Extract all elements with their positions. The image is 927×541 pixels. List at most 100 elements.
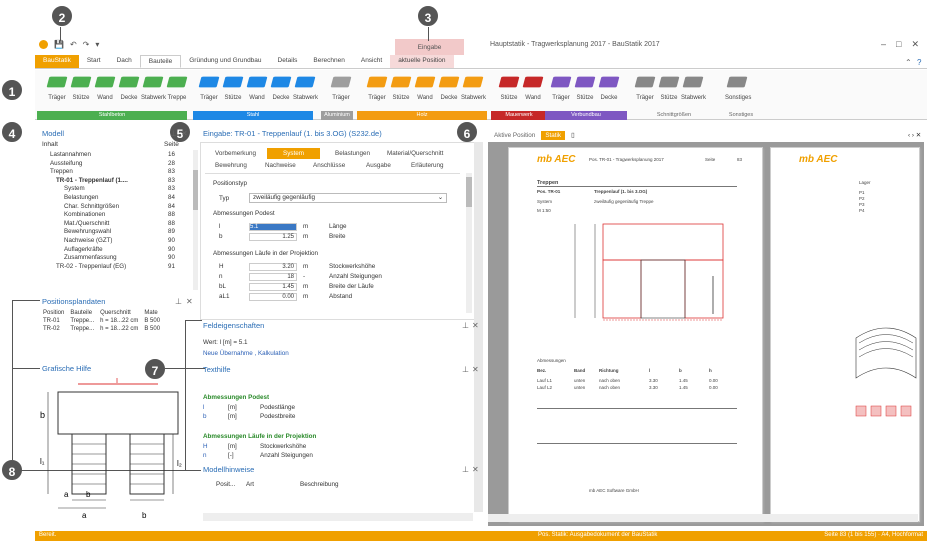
table-row[interactable]: TR-01 Treppe... h = 18...22 cm B 500 — [40, 317, 163, 325]
typ-select[interactable]: zweiläufig gegenläufig ⌄ — [249, 193, 447, 203]
pin-icon[interactable]: ⊥ — [462, 465, 469, 474]
collapse-ribbon-icon[interactable]: ⌃ — [905, 58, 912, 67]
feld-links[interactable]: Neue Übernahme , Kalkulation — [203, 350, 289, 357]
close-button[interactable]: ✕ — [911, 39, 919, 50]
table-row[interactable]: TR-02 Treppe... h = 18...22 cm B 500 — [40, 325, 163, 333]
tree-item[interactable]: System 83 — [38, 185, 188, 194]
ribbon-button-treppe[interactable]: Treppe — [165, 73, 189, 101]
pin-icon[interactable]: ⊥ — [462, 321, 469, 330]
ribbon-button-decke[interactable]: Decke — [437, 73, 461, 101]
qat-more-icon[interactable]: ▾ — [95, 40, 99, 49]
tab-bauteile[interactable]: Bauteile — [139, 55, 182, 68]
ribbon-button-sonstiges[interactable]: Sonstiges — [725, 73, 751, 101]
ribbon-button-träger[interactable]: Träger — [549, 73, 573, 101]
ribbon-button-decke[interactable]: Decke — [117, 73, 141, 101]
ribbon-button-stütze[interactable]: Stütze — [221, 73, 245, 101]
tab-bewehrung[interactable]: Bewehrung — [215, 162, 247, 169]
param-input[interactable]: 1.25 — [249, 233, 297, 241]
tree-item[interactable]: Aussteifung 28 — [38, 160, 188, 169]
ribbon-button-stabwerk[interactable]: Stabwerk — [681, 73, 706, 101]
ribbon-button-stabwerk[interactable]: Stabwerk — [293, 73, 318, 101]
close-preview-icon[interactable]: ‹ › ✕ — [908, 132, 921, 139]
ribbon-button-träger[interactable]: Träger — [365, 73, 389, 101]
tab-dach[interactable]: Dach — [109, 55, 140, 68]
mh-col-position: Posit... — [216, 481, 236, 488]
preview-scrollbar[interactable] — [488, 514, 918, 522]
tab-material[interactable]: Material/Querschnitt — [387, 150, 443, 157]
tab-system[interactable]: System — [267, 148, 320, 159]
tab-baustatik[interactable]: BauStatik — [35, 55, 79, 68]
tab-gruendung[interactable]: Gründung und Grundbau — [181, 55, 269, 68]
ribbon-button-stabwerk[interactable]: Stabwerk — [461, 73, 486, 101]
new-tab-icon[interactable]: ▯ — [571, 132, 574, 139]
param-input[interactable]: 1.45 — [249, 283, 297, 291]
undo-icon[interactable]: ↶ — [70, 40, 77, 49]
tab-nachweise[interactable]: Nachweise — [265, 162, 296, 169]
close-panel-icon[interactable]: ✕ — [186, 297, 193, 306]
minimize-button[interactable]: – — [881, 39, 886, 50]
help-icon[interactable]: ? — [917, 58, 921, 67]
pin-icon[interactable]: ⊥ — [175, 297, 182, 306]
ribbon-button-stütze[interactable]: Stütze — [573, 73, 597, 101]
tree-item[interactable]: Lastannahmen 16 — [38, 151, 188, 160]
context-tab-header: Eingabe — [395, 39, 464, 55]
tab-belastungen[interactable]: Belastungen — [335, 150, 370, 157]
tree-item[interactable]: Belastungen 84 — [38, 194, 188, 203]
ribbon-button-träger[interactable]: Träger — [45, 73, 69, 101]
tab-anschluesse[interactable]: Anschlüsse — [313, 162, 345, 169]
tree-item[interactable]: TR-01 - Treppenlauf (1.... 83 — [38, 177, 188, 186]
editor-scrollbar[interactable] — [466, 173, 472, 313]
ribbon-button-stütze[interactable]: Stütze — [497, 73, 521, 101]
param-input[interactable]: 5.1 — [249, 223, 297, 231]
ribbon-button-wand[interactable]: Wand — [93, 73, 117, 101]
ribbon-button-decke[interactable]: Decke — [597, 73, 621, 101]
mh-scrollbar[interactable] — [203, 513, 473, 521]
close-panel-icon[interactable]: ✕ — [181, 129, 188, 138]
ribbon-button-träger[interactable]: Träger — [197, 73, 221, 101]
ribbon-button-stütze[interactable]: Stütze — [389, 73, 413, 101]
tree-item[interactable]: Bewehrungswahl 89 — [38, 228, 188, 237]
tree-item[interactable]: Mat./Querschnitt 88 — [38, 220, 188, 229]
tab-details[interactable]: Details — [270, 55, 306, 68]
tree-item[interactable]: TR-02 - Treppenlauf (EG) 91 — [38, 263, 188, 272]
tab-ausgabe[interactable]: Ausgabe — [366, 162, 391, 169]
tree-item[interactable]: Nachweise (GZT) 90 — [38, 237, 188, 246]
dim-bs: b — [86, 490, 91, 499]
tree-item[interactable]: Kombinationen 88 — [38, 211, 188, 220]
tree-item[interactable]: Auflagerkräfte 90 — [38, 246, 188, 255]
param-input[interactable]: 0.00 — [249, 293, 297, 301]
tab-aktuelle-position[interactable]: aktuelle Position — [390, 55, 454, 68]
tab-berechnen[interactable]: Berechnen — [305, 55, 352, 68]
tree-item[interactable]: Treppen 83 — [38, 168, 188, 177]
ribbon-button-wand[interactable]: Wand — [245, 73, 269, 101]
tab-statik[interactable]: Statik — [541, 130, 566, 140]
tree-item[interactable]: Char. Schnittgrößen 84 — [38, 203, 188, 212]
model-scrollbar[interactable] — [193, 150, 198, 290]
param-input[interactable]: 3.20 — [249, 263, 297, 271]
tab-aktive-position[interactable]: Aktive Position — [488, 132, 535, 139]
tree-item[interactable]: Zusammenfassung 90 — [38, 254, 188, 263]
ribbon-button-träger[interactable]: Träger — [329, 73, 353, 101]
tab-start[interactable]: Start — [79, 55, 109, 68]
param-input[interactable]: 18 — [249, 273, 297, 281]
ribbon-button-stütze[interactable]: Stütze — [69, 73, 93, 101]
ribbon-button-decke[interactable]: Decke — [269, 73, 293, 101]
close-panel-icon[interactable]: ✕ — [472, 365, 479, 374]
pin-icon[interactable]: ⊥ — [462, 365, 469, 374]
tab-ansicht[interactable]: Ansicht — [353, 55, 390, 68]
ribbon-button-träger[interactable]: Träger — [633, 73, 657, 101]
redo-icon[interactable]: ↷ — [83, 40, 90, 49]
app-logo-icon[interactable] — [39, 40, 48, 49]
texthilfe-cell: Podestbreite — [260, 413, 296, 420]
ribbon-button-wand[interactable]: Wand — [413, 73, 437, 101]
ribbon-button-stabwerk[interactable]: Stabwerk — [141, 73, 166, 101]
maximize-button[interactable]: □ — [896, 39, 901, 50]
save-icon[interactable]: 💾 — [54, 40, 64, 49]
ribbon-button-stütze[interactable]: Stütze — [657, 73, 681, 101]
close-panel-icon[interactable]: ✕ — [472, 465, 479, 474]
pin-icon[interactable]: ⊥ — [170, 129, 177, 138]
tab-vorbemerkung[interactable]: Vorbemerkung — [215, 150, 256, 157]
close-panel-icon[interactable]: ✕ — [472, 321, 479, 330]
ribbon-button-wand[interactable]: Wand — [521, 73, 545, 101]
tab-erlaeuterung[interactable]: Erläuterung — [411, 162, 444, 169]
